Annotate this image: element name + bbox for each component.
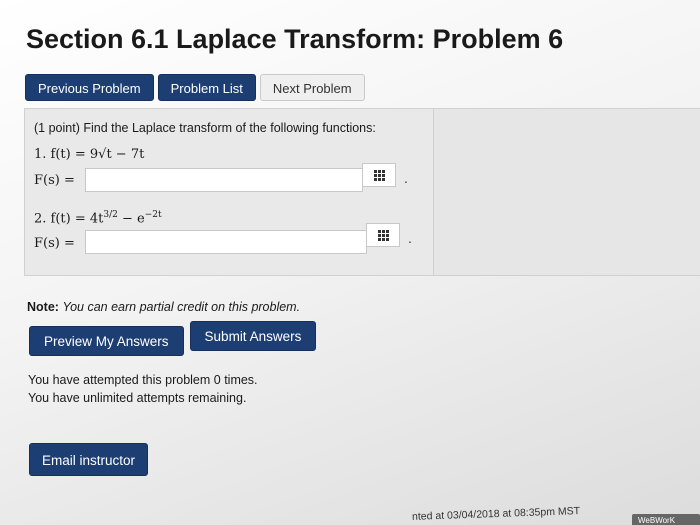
problem-2-formula-tail-exponent: −2t — [144, 210, 162, 220]
problem-2-answer-input[interactable] — [85, 230, 367, 254]
email-instructor-button[interactable]: Email instructor — [29, 443, 149, 476]
problem-2-answer-label: F(s) = — [34, 236, 75, 251]
problem-2-formula-tail: − e — [117, 211, 145, 227]
problem-nav: Previous Problem Problem List Next Probl… — [25, 74, 365, 101]
attempts-text: You have attempted this problem 0 times. — [28, 373, 258, 387]
attempt-status: You have attempted this problem 0 times.… — [28, 371, 258, 407]
problem-1-function: 1. f(t) = 9√t − 7t — [34, 147, 144, 162]
problem-1-answer-input[interactable] — [85, 168, 363, 192]
next-problem-button[interactable]: Next Problem — [259, 74, 365, 101]
preview-answers-button[interactable]: Preview My Answers — [29, 326, 184, 356]
problem-1-formula: f(t) = 9√t − 7t — [50, 147, 145, 162]
problem-1-equation-editor-button[interactable] — [362, 163, 396, 187]
problem-2-number: 2. — [34, 211, 47, 227]
previous-problem-button[interactable]: Previous Problem — [25, 74, 154, 101]
remaining-text: You have unlimited attempts remaining. — [28, 391, 247, 405]
problem-list-button[interactable]: Problem List — [157, 74, 256, 101]
problem-2-period: . — [408, 230, 412, 246]
problem-prompt: (1 point) Find the Laplace transform of … — [34, 121, 376, 135]
grid-icon — [373, 169, 385, 181]
problem-2-equation-editor-button[interactable] — [366, 223, 400, 247]
submit-answers-button[interactable]: Submit Answers — [189, 321, 317, 351]
problem-2-function: 2. f(t) = 4t3/2 − e−2t — [34, 210, 162, 226]
problem-2-formula-base: f(t) = 4t — [50, 211, 104, 227]
answer-actions: Preview My Answers Submit Answers — [29, 321, 317, 356]
problem-1-answer-label: F(s) = — [34, 173, 75, 188]
problem-1-period: . — [404, 170, 408, 186]
problem-1-number: 1. — [34, 147, 47, 162]
page-title: Section 6.1 Laplace Transform: Problem 6 — [26, 24, 564, 54]
partial-credit-note: Note: You can earn partial credit on thi… — [27, 300, 300, 314]
note-text: You can earn partial credit on this prob… — [62, 300, 301, 314]
generated-timestamp: nted at 03/04/2018 at 08:35pm MST — [411, 505, 581, 523]
problem-panel-extension — [434, 108, 700, 276]
grid-icon — [377, 229, 389, 241]
note-label: Note: — [27, 300, 59, 314]
webwork-logo[interactable]: WeBWorK Proje — [632, 514, 700, 525]
problem-2-formula-exponent: 3/2 — [103, 210, 118, 220]
